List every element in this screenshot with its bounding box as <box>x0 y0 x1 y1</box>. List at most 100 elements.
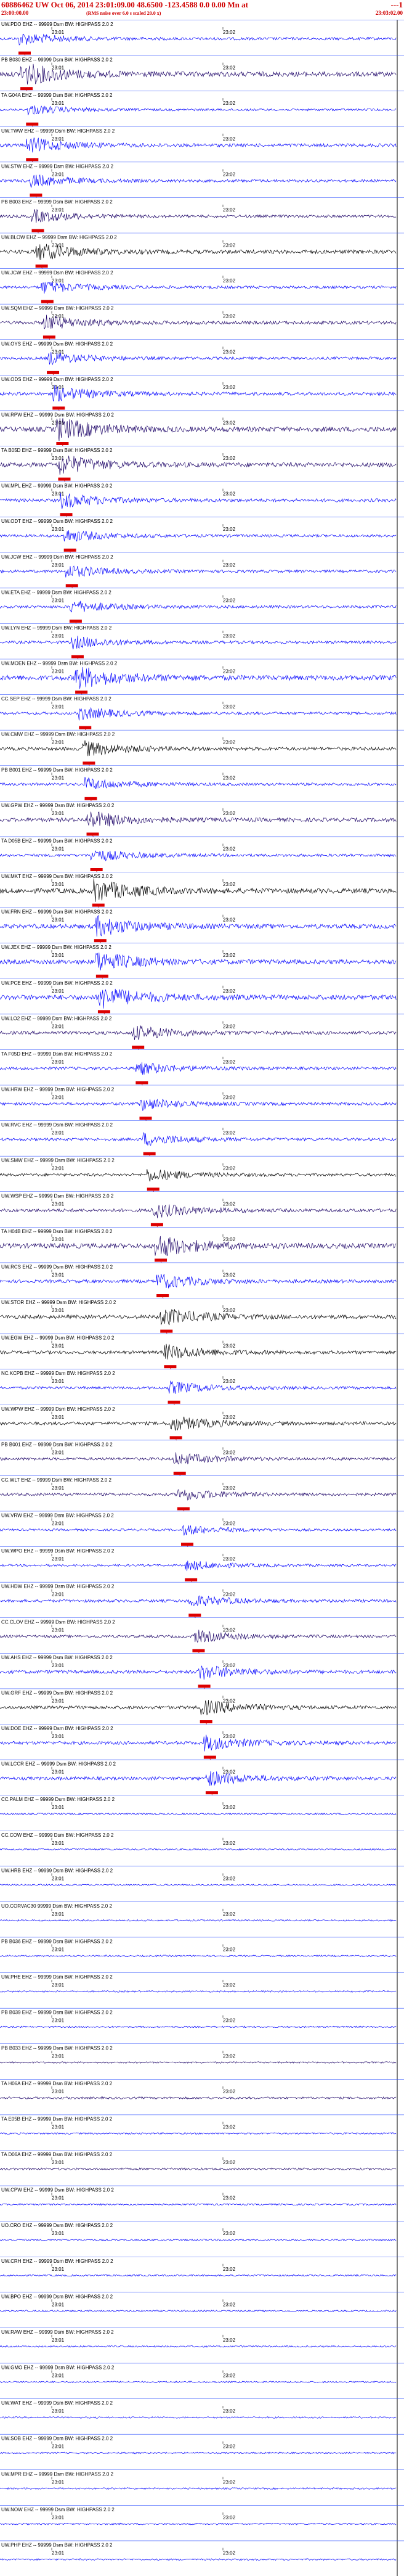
minute-label: 23:02 <box>223 2231 236 2236</box>
p-pick-marker <box>139 1117 152 1120</box>
event-title: 60886462 UW Oct 06, 2014 23:01:09.00 48.… <box>1 0 248 9</box>
channel-row: 23:01 23:02 CC.CLOV EHZ -- 99999 Dsm BW: H… <box>0 1617 404 1655</box>
waveform-trace <box>0 105 397 115</box>
channel-row: 23:01 23:02 UW.SOB EHZ -- 99999 Dsm BW: HI… <box>0 2434 404 2455</box>
minute-label: 23:01 <box>52 2550 65 2556</box>
minute-label: 23:02 <box>223 1982 236 1988</box>
minute-label: 23:02 <box>223 385 236 390</box>
minute-label: 23:02 <box>223 1414 236 1420</box>
minute-label: 23:02 <box>223 2444 236 2450</box>
waveform-trace <box>0 2274 397 2277</box>
minute-label: 23:02 <box>223 1308 236 1313</box>
minute-label: 23:02 <box>223 669 236 675</box>
minute-label: 23:01 <box>52 775 65 781</box>
channel-row: 23:01 23:02TA B05D EHZ -- 99999 Dsm BW: H… <box>0 446 404 483</box>
waveform-trace <box>0 2381 397 2384</box>
minute-label: 23:01 <box>52 171 65 177</box>
p-pick-marker <box>168 1400 180 1404</box>
p-pick-marker <box>177 1507 190 1511</box>
channel-row: 23:01 23:02 UO.CORVAC30 99999 Dsm BW: HIGH… <box>0 1901 404 1922</box>
channel-row: 23:01 23:02 TA D06A EHZ -- 99999 Dsm BW: H… <box>0 2150 404 2171</box>
p-pick-marker <box>205 1791 218 1795</box>
minute-label: 23:01 <box>52 811 65 816</box>
channel-row: 23:01 23:02 UW.ODT EHZ -- 99999 Dsm BW: HI… <box>0 517 404 554</box>
p-pick-marker <box>60 513 73 517</box>
minute-label: 23:01 <box>52 669 65 675</box>
waveform-trace <box>0 1524 397 1536</box>
station-label: TA D06A EHZ -- 99999 Dsm BW: HIGHPASS 2.… <box>1 2152 113 2157</box>
minute-label: 23:01 <box>52 562 65 568</box>
channel-row: 23:01 23:02 UW.TWW EHZ -- 99999 Dsm BW: HI… <box>0 126 404 163</box>
station-label: UW.VRW EHZ -- 99999 Dsm BW: HIGHPASS 2.0… <box>1 1513 114 1519</box>
minute-label: 23:02 <box>223 846 236 851</box>
channel-row: 23:01 23:02 TA F05D EHZ -- 99999 Dsm BW: H… <box>0 1049 404 1086</box>
station-label: UW.JEX EHZ -- 99999 Dsm BW: HIGHPASS 2.0… <box>1 945 111 950</box>
minute-label: 23:01 <box>52 1805 65 1810</box>
station-label: CC.WLT EHZ -- 99999 Dsm BW: HIGHPASS 2.0… <box>1 1477 112 1483</box>
channel-row: 23:01 23:02 UW.HDW EHZ -- 99999 Dsm BW: HI… <box>0 1581 404 1619</box>
minute-label: 23:02 <box>223 953 236 958</box>
minute-label: 23:02 <box>223 1379 236 1384</box>
minute-label: 23:01 <box>52 1166 65 1171</box>
station-label: TA B05D EHZ -- 99999 Dsm BW: HIGHPASS 2.… <box>1 448 113 453</box>
p-pick-marker <box>20 87 33 91</box>
minute-label: 23:01 <box>52 2266 65 2272</box>
seismogram-plot: 23:01 23:02 UW.PDO EHZ -- 99999 Dsm BW: HI… <box>0 20 404 2576</box>
minute-label: 23:01 <box>52 1698 65 1704</box>
channel-row: 23:01 23:02 UW.STOR EHZ -- 99999 Dsm BW: H… <box>0 1298 404 1335</box>
minute-label: 23:02 <box>223 917 236 923</box>
station-label: UW.STW EHZ -- 99999 Dsm BW: HIGHPASS 2.0… <box>1 163 114 169</box>
station-label: UW.SQM EHZ -- 99999 Dsm BW: HIGHPASS 2.0… <box>1 306 114 311</box>
minute-label: 23:02 <box>223 597 236 603</box>
waveform-trace <box>0 1919 397 1922</box>
waveform-trace <box>0 1955 397 1958</box>
p-pick-marker <box>185 1578 198 1581</box>
channel-row: 23:01 23:02 UW.LO2 EHZ -- 99999 Dsm BW: HI… <box>0 1014 404 1051</box>
minute-label: 23:01 <box>52 1840 65 1846</box>
channel-row: 23:01 23:02 UW.MPR EHZ -- 99999 Dsm BW: HI… <box>0 2469 404 2490</box>
p-pick-marker <box>95 974 108 978</box>
channel-row: 23:01 23:02 UW.BPO EHZ -- 99999 Dsm BW: HI… <box>0 2292 404 2313</box>
minute-label: 23:01 <box>52 1272 65 1278</box>
p-pick-marker <box>83 761 95 765</box>
minute-label: 23:02 <box>223 1627 236 1633</box>
waveform-trace <box>0 33 397 46</box>
channel-row: 23:01 23:02 UW.HRB EHZ -- 99999 Dsm BW: HI… <box>0 1866 404 1887</box>
station-label: UW.ETA EHZ -- 99999 Dsm BW: HIGHPASS 2.0… <box>1 589 111 595</box>
waveform-trace <box>0 2451 397 2455</box>
channel-row: 23:01 23:02 UW.RCS EHZ -- 99999 Dsm BW: HI… <box>0 1262 404 1300</box>
minute-label: 23:01 <box>52 2231 65 2236</box>
minute-label: 23:02 <box>223 527 236 532</box>
minute-label: 23:02 <box>223 1911 236 1917</box>
station-label: UW.EGW EHZ -- 99999 Dsm BW: HIGHPASS 2.0… <box>1 1335 115 1341</box>
minute-label: 23:02 <box>223 30 236 35</box>
channel-row: 23:01 23:02 TA G04A EHZ -- 99999 Dsm BW: H… <box>0 91 404 128</box>
waveform-trace <box>0 2345 397 2348</box>
waveform-trace <box>0 850 397 861</box>
station-label: UW.HDW EHZ -- 99999 Dsm BW: HIGHPASS 2.0… <box>1 1584 115 1589</box>
p-pick-marker <box>92 903 105 907</box>
station-label: UW.DOE EHZ -- 99999 Dsm BW: HIGHPASS 2.0… <box>1 1726 113 1731</box>
minute-label: 23:02 <box>223 2550 236 2556</box>
minute-label: 23:02 <box>223 775 236 781</box>
station-label: UW.LO2 EHZ -- 99999 Dsm BW: HIGHPASS 2.0… <box>1 1015 112 1021</box>
p-pick-marker <box>56 442 69 445</box>
channel-row: 23:01 23:02 CC.WLT EHZ -- 99999 Dsm BW: HI… <box>0 1475 404 1512</box>
p-pick-marker <box>135 1081 148 1085</box>
waveform-trace <box>0 2522 397 2525</box>
waveform-trace <box>0 2203 397 2206</box>
station-label: PB B030 EHZ -- 99999 Dsm BW: HIGHPASS 2.… <box>1 57 113 63</box>
waveform-trace <box>0 2061 397 2064</box>
minute-label: 23:02 <box>223 1663 236 1668</box>
station-label: UW.HRB EHZ -- 99999 Dsm BW: HIGHPASS 2.0… <box>1 1868 113 1873</box>
p-pick-marker <box>86 832 99 836</box>
minute-label: 23:02 <box>223 100 236 106</box>
minute-label: 23:02 <box>223 704 236 710</box>
station-label: UW.WPW EHZ -- 99999 Dsm BW: HIGHPASS 2.0… <box>1 1406 115 1412</box>
station-label: UW.RVC EHZ -- 99999 Dsm BW: HIGHPASS 2.0… <box>1 1122 113 1128</box>
station-label: UW.MKT EHZ -- 99999 Dsm BW: HIGHPASS 2.0… <box>1 874 113 879</box>
channel-row: 23:01 23:02 TA D05B EHZ -- 99999 Dsm BW: H… <box>0 836 404 874</box>
minute-label: 23:01 <box>52 349 65 355</box>
waveform-trace <box>0 2167 397 2171</box>
channel-row: 23:01 23:02 UW.JCW EHZ -- 99999 Dsm BW: HI… <box>0 552 404 589</box>
